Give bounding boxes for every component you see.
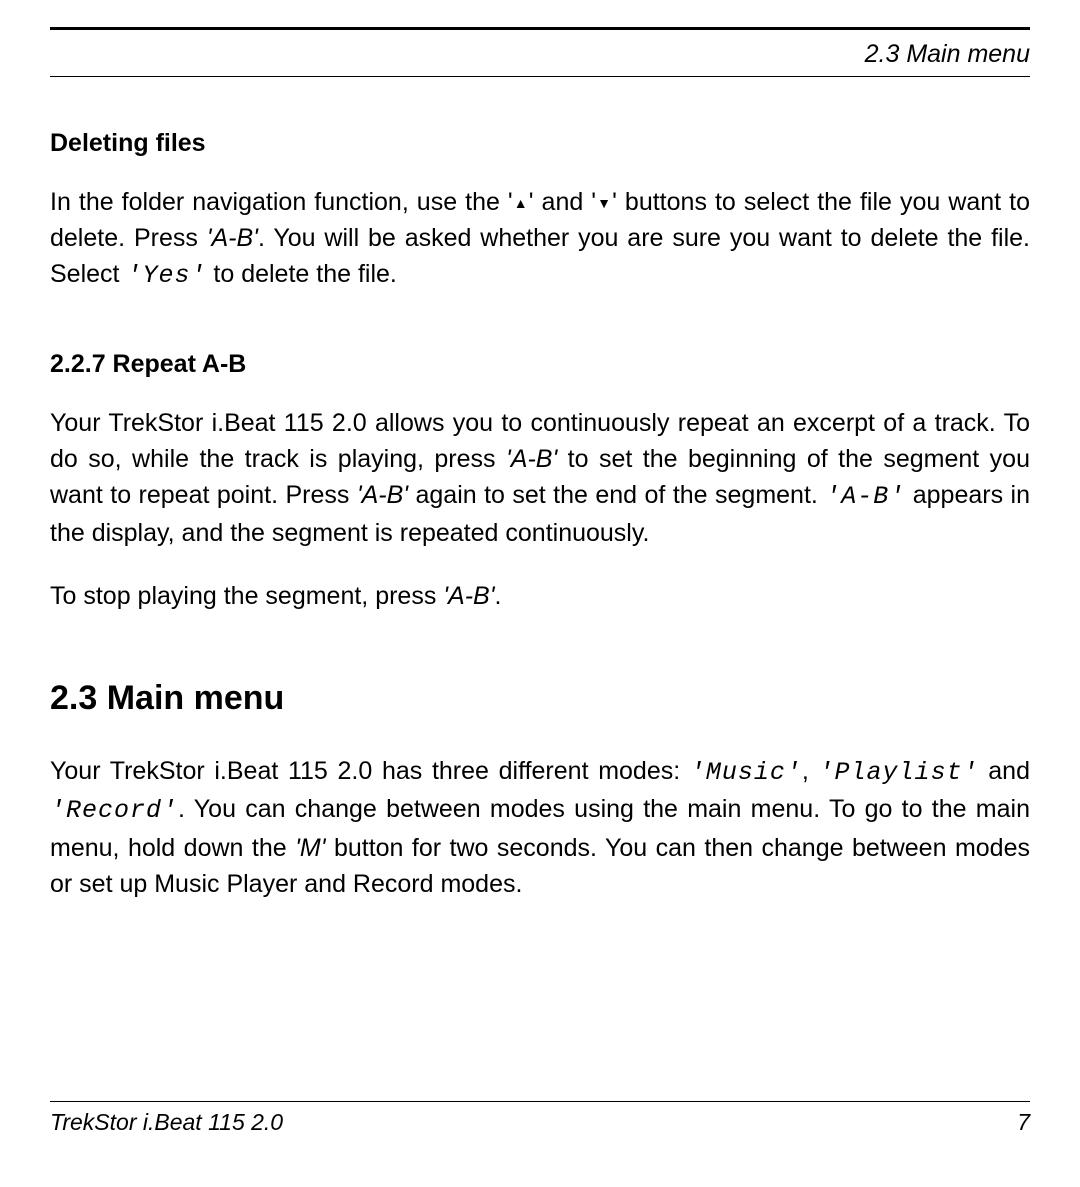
label-a-b: 'A-B' [357, 481, 408, 509]
footer-rule [50, 1101, 1030, 1102]
footer-line: TrekStor i.Beat 115 2.0 7 [50, 1106, 1030, 1139]
label-yes: 'Yes' [126, 261, 206, 290]
para-repeat-ab-2: To stop playing the segment, press 'A-B'… [50, 578, 1030, 614]
para-deleting-files: In the folder navigation function, use t… [50, 184, 1030, 295]
label-music: 'Music' [690, 758, 802, 787]
text: Your TrekStor i.Beat 115 2.0 has three d… [50, 757, 690, 785]
label-playlist: 'Play­list' [819, 758, 979, 787]
para-repeat-ab-1: Your TrekStor i.Beat 115 2.0 allows you … [50, 405, 1030, 552]
subhead-deleting-files: Deleting files [50, 125, 1030, 161]
text: , [802, 757, 819, 785]
down-triangle-icon: ▼ [596, 195, 612, 211]
text: In the folder navigation function, use t… [50, 188, 513, 216]
up-triangle-icon: ▲ [513, 195, 529, 211]
footer: TrekStor i.Beat 115 2.0 7 [50, 1101, 1030, 1139]
text: ' and ' [529, 188, 596, 216]
text: and [979, 757, 1030, 785]
text: . [495, 582, 502, 610]
text: To stop playing the segment, press [50, 582, 443, 610]
section-heading-main-menu: 2.3 Main menu [50, 674, 1030, 723]
footer-left: TrekStor i.Beat 115 2.0 [50, 1106, 283, 1139]
text: again to set the end of the segment. [408, 481, 825, 509]
page-number: 7 [1017, 1106, 1030, 1139]
body: Deleting files In the folder navigation … [50, 125, 1030, 902]
running-header: 2.3 Main menu [50, 30, 1030, 77]
subhead-repeat-ab: 2.2.7 Repeat A-B [50, 346, 1030, 382]
label-a-b: 'A-B' [207, 224, 258, 252]
label-record: 'Record' [50, 796, 178, 825]
label-m-button: 'M' [295, 834, 325, 862]
label-a-b: 'A-B' [506, 445, 557, 473]
label-a-b-display: 'A-B' [825, 482, 905, 511]
label-a-b: 'A-B' [443, 582, 494, 610]
text: to delete the file. [206, 260, 396, 288]
header-section-ref: 2.3 Main menu [865, 36, 1030, 72]
para-main-menu: Your TrekStor i.Beat 115 2.0 has three d… [50, 753, 1030, 902]
page: 2.3 Main menu Deleting files In the fold… [0, 0, 1080, 1187]
